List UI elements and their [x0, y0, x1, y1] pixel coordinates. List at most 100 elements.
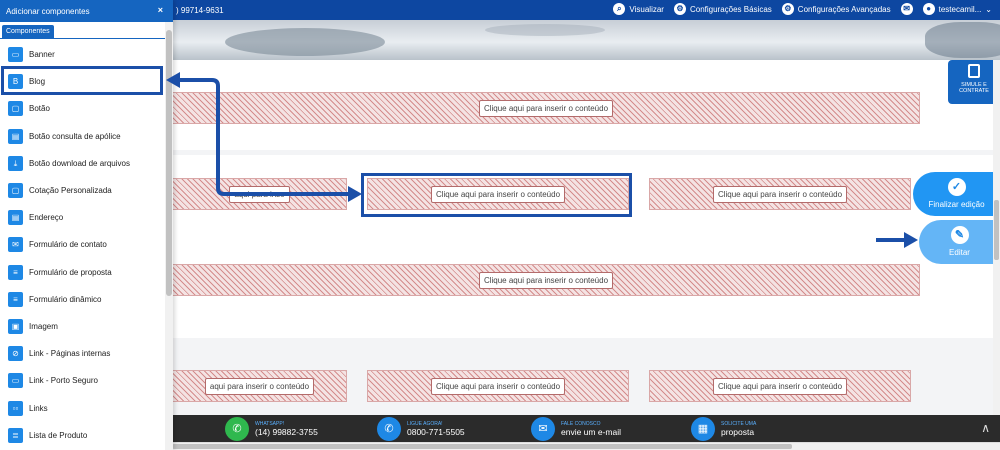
mail-form-icon: ✉ [8, 237, 23, 253]
finalizar-edicao-button[interactable]: ✓ Finalizar edição [913, 172, 1000, 216]
search-icon: ⌕ [613, 3, 626, 15]
component-endereco[interactable]: ▤ Endereço [0, 204, 165, 231]
component-label: Botão [29, 104, 50, 114]
component-label: Links [29, 403, 48, 413]
component-label: Botão download de arquivos [29, 158, 130, 168]
tab-componentes[interactable]: Componentes [2, 25, 54, 38]
nav-config-basicas[interactable]: ⚙ Configurações Básicas [673, 3, 772, 15]
component-botao-consulta-apolice[interactable]: ▤ Botão consulta de apólice [0, 123, 165, 150]
footer-solicite-text: proposta [721, 426, 755, 437]
content-slot-row4-col3[interactable]: Clique aqui para inserir o conteúdo [649, 370, 911, 402]
chevron-down-icon: ⌄ [985, 4, 992, 14]
component-imagem[interactable]: ▣ Imagem [0, 313, 165, 340]
calculator-icon: ▦ [691, 416, 715, 441]
component-link-porto-seguro[interactable]: ▭ Link - Porto Seguro [0, 367, 165, 394]
nav-config-avancadas-label: Configurações Avançadas [797, 4, 891, 14]
blog-highlight [1, 66, 163, 95]
component-links[interactable]: ▫▫ Links [0, 394, 165, 421]
panel-scroll-thumb[interactable] [166, 30, 172, 296]
panel-header: Adicionar componentes × [0, 0, 173, 22]
component-banner[interactable]: ▭ Banner [0, 41, 165, 68]
link-porto-icon: ▭ [8, 373, 23, 389]
footer-solicite-small: SOLICITE UMA [721, 420, 757, 427]
component-label: Endereço [29, 213, 64, 223]
nav-config-basicas-label: Configurações Básicas [689, 4, 772, 14]
user-icon: ● [922, 3, 935, 15]
quote-icon: ▢ [8, 183, 23, 199]
component-formulario-dinamico[interactable]: ≡ Formulário dinâmico [0, 286, 165, 313]
component-label: Formulário dinâmico [29, 294, 102, 304]
content-slot-label: Clique aqui para inserir o conteúdo [712, 185, 848, 203]
close-icon[interactable]: × [158, 5, 163, 15]
add-components-panel: Adicionar componentes × Componentes ▭ Ban… [0, 0, 173, 450]
product-list-icon: ≣ [8, 427, 23, 443]
editar-label: Editar [949, 248, 970, 257]
content-slot-label: aqui para inserir o conteúdo [204, 377, 315, 395]
check-icon: ✓ [947, 178, 966, 196]
finalizar-label: Finalizar edição [928, 200, 985, 209]
policy-button-icon: ▤ [8, 128, 23, 144]
content-slot-row1[interactable]: Clique aqui para inserir o conteúdo [172, 92, 920, 124]
address-icon: ▤ [8, 210, 23, 226]
target-slot-highlight [361, 173, 632, 217]
footer-bar: ✆ WHATSAPP! (14) 99882-3755 ✆ LIGUE AGORA… [165, 415, 1000, 442]
component-botao-download[interactable]: ⤓ Botão download de arquivos [0, 150, 165, 177]
content-slot-label: Clique aqui para inserir o conteúdo [478, 271, 614, 289]
content-slot-label: Clique aqui para inserir o conteúdo [430, 377, 566, 395]
page-horizontal-scroll-thumb[interactable] [172, 444, 792, 449]
component-botao[interactable]: ▢ Botão [0, 95, 165, 122]
scroll-top-button[interactable]: ∧ [981, 421, 990, 435]
footer-solicite[interactable]: ▦ SOLICITE UMA proposta [691, 415, 756, 442]
footer-fale-text: envie um e-mail [561, 426, 621, 437]
nav-visualizar[interactable]: ⌕ Visualizar [613, 3, 664, 15]
mail-icon: ✉ [900, 3, 913, 15]
footer-whatsapp-number: (14) 99882-3755 [255, 426, 318, 437]
gears-icon: ⚙ [781, 3, 794, 15]
nav-mail[interactable]: ✉ [900, 3, 913, 15]
editar-button[interactable]: ✎ Editar [919, 220, 1000, 264]
dynamic-form-icon: ≡ [8, 291, 23, 307]
component-link-paginas-internas[interactable]: ⊘ Link - Páginas internas [0, 340, 165, 367]
content-slot-label: aqui para inse [229, 185, 290, 203]
component-formulario-contato[interactable]: ✉ Formulário de contato [0, 231, 165, 258]
content-slot-row3[interactable]: Clique aqui para inserir o conteúdo [172, 264, 920, 296]
top-nav: ⌕ Visualizar ⚙ Configurações Básicas ⚙ C… [613, 3, 992, 15]
component-label: Link - Porto Seguro [29, 376, 98, 386]
page-vertical-scroll-thumb[interactable] [994, 200, 999, 260]
content-slot-row4-col2[interactable]: Clique aqui para inserir o conteúdo [367, 370, 629, 402]
component-cotacao-personalizada[interactable]: ▢ Cotação Personalizada [0, 177, 165, 204]
content-slot-row4-col1[interactable]: aqui para inserir o conteúdo [172, 370, 347, 402]
content-slot-row2-col1[interactable]: aqui para inse [172, 178, 347, 210]
content-slot-row2-col3[interactable]: Clique aqui para inserir o conteúdo [649, 178, 911, 210]
footer-ligue[interactable]: ✆ LIGUE AGORA! 0800-771-5505 [377, 415, 465, 442]
section-divider [165, 150, 1000, 155]
pencil-icon: ✎ [950, 226, 969, 244]
footer-whatsapp[interactable]: ✆ WHATSAPP! (14) 99882-3755 [225, 415, 318, 442]
component-formulario-proposta[interactable]: ≡ Formulário de proposta [0, 259, 165, 286]
component-label: Formulário de proposta [29, 267, 112, 277]
nav-config-avancadas[interactable]: ⚙ Configurações Avançadas [781, 3, 891, 15]
nav-user-menu[interactable]: ● testecamil... ⌄ [922, 3, 992, 15]
content-slot-label: Clique aqui para inserir o conteúdo [478, 99, 614, 117]
arrowhead-right [348, 186, 362, 202]
download-icon: ⤓ [8, 155, 23, 171]
link-internal-icon: ⊘ [8, 346, 23, 362]
component-lista-produto[interactable]: ≣ Lista de Produto [0, 422, 165, 449]
panel-title: Adicionar componentes [6, 7, 90, 16]
whatsapp-icon: ✆ [225, 416, 249, 441]
gear-icon: ⚙ [673, 3, 686, 15]
phone-number: ) 99714-9631 [176, 6, 224, 15]
proposal-form-icon: ≡ [8, 264, 23, 280]
component-label: Formulário de contato [29, 240, 107, 250]
envelope-icon: ✉ [531, 416, 555, 441]
footer-ligue-number: 0800-771-5505 [407, 426, 465, 437]
button-icon: ▢ [8, 101, 23, 117]
banner-icon: ▭ [8, 47, 23, 63]
footer-fale-conosco[interactable]: ✉ FALE CONOSCO envie um e-mail [531, 415, 621, 442]
nav-user-label: testecamil... [938, 4, 982, 14]
component-label: Banner [29, 50, 55, 60]
phone-icon: ✆ [377, 416, 401, 441]
component-label: Lista de Produto [29, 430, 88, 440]
component-label: Imagem [29, 321, 58, 331]
hero-banner-image [165, 20, 1000, 60]
